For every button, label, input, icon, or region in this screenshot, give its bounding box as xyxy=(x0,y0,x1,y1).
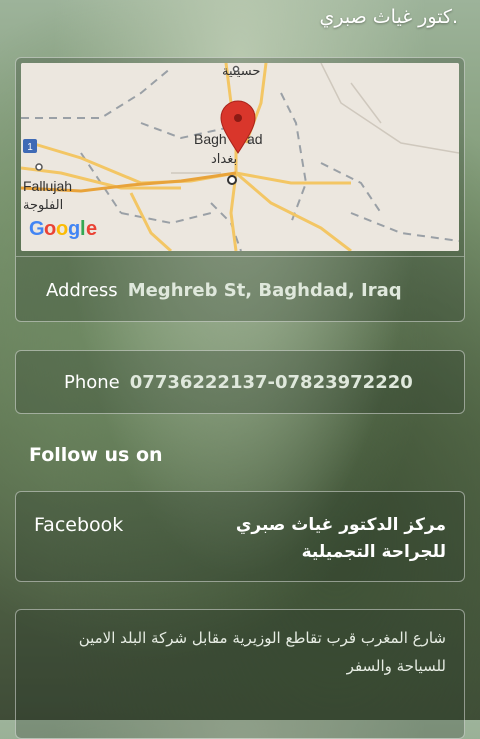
facebook-label: Facebook xyxy=(34,514,124,536)
page-title: .كتور غياث صبري xyxy=(319,6,458,28)
city-dot xyxy=(227,175,237,185)
fallujah-label-ar: الفلوجة xyxy=(23,198,63,213)
address-label: Address xyxy=(46,279,118,301)
top-town-label: حسينية xyxy=(222,64,260,79)
city-label-ar: بغداد xyxy=(211,152,237,167)
facebook-card[interactable]: Facebook مركز الدكتور غياث صبري للجراحة … xyxy=(15,491,465,582)
facebook-page-name[interactable]: مركز الدكتور غياث صبري للجراحة التجميلية xyxy=(166,512,446,566)
svg-text:o: o xyxy=(56,218,68,240)
fallujah-dot xyxy=(35,163,43,171)
svg-text:e: e xyxy=(86,218,97,240)
svg-text:g: g xyxy=(68,218,80,240)
follow-heading: Follow us on xyxy=(29,444,163,466)
city-label: Bagh xyxy=(194,131,227,147)
location-card: 1 Fallujah الفلوجة حسينية Bagh ad بغداد … xyxy=(15,57,465,322)
map-graphic: 1 Fallujah الفلوجة حسينية Bagh ad بغداد … xyxy=(21,63,459,251)
address-row[interactable]: Address Meghreb St, Baghdad, Iraq xyxy=(16,258,464,322)
phone-label: Phone xyxy=(64,371,120,393)
svg-text:l: l xyxy=(80,218,86,240)
google-logo: G o o g l e xyxy=(29,218,97,240)
description-text: شارع المغرب قرب تقاطع الوزيرية مقابل شرك… xyxy=(78,629,446,675)
fallujah-label: Fallujah xyxy=(23,178,72,194)
svg-text:G: G xyxy=(29,218,45,240)
map-view[interactable]: 1 Fallujah الفلوجة حسينية Bagh ad بغداد … xyxy=(21,63,459,251)
svg-text:o: o xyxy=(44,218,56,240)
phone-card[interactable]: Phone 07736222137-07823972220 xyxy=(15,350,465,414)
address-value: Meghreb St, Baghdad, Iraq xyxy=(127,279,402,301)
route-shield-number: 1 xyxy=(27,142,33,153)
card-divider xyxy=(16,256,464,257)
phone-value[interactable]: 07736222137-07823972220 xyxy=(130,372,413,393)
